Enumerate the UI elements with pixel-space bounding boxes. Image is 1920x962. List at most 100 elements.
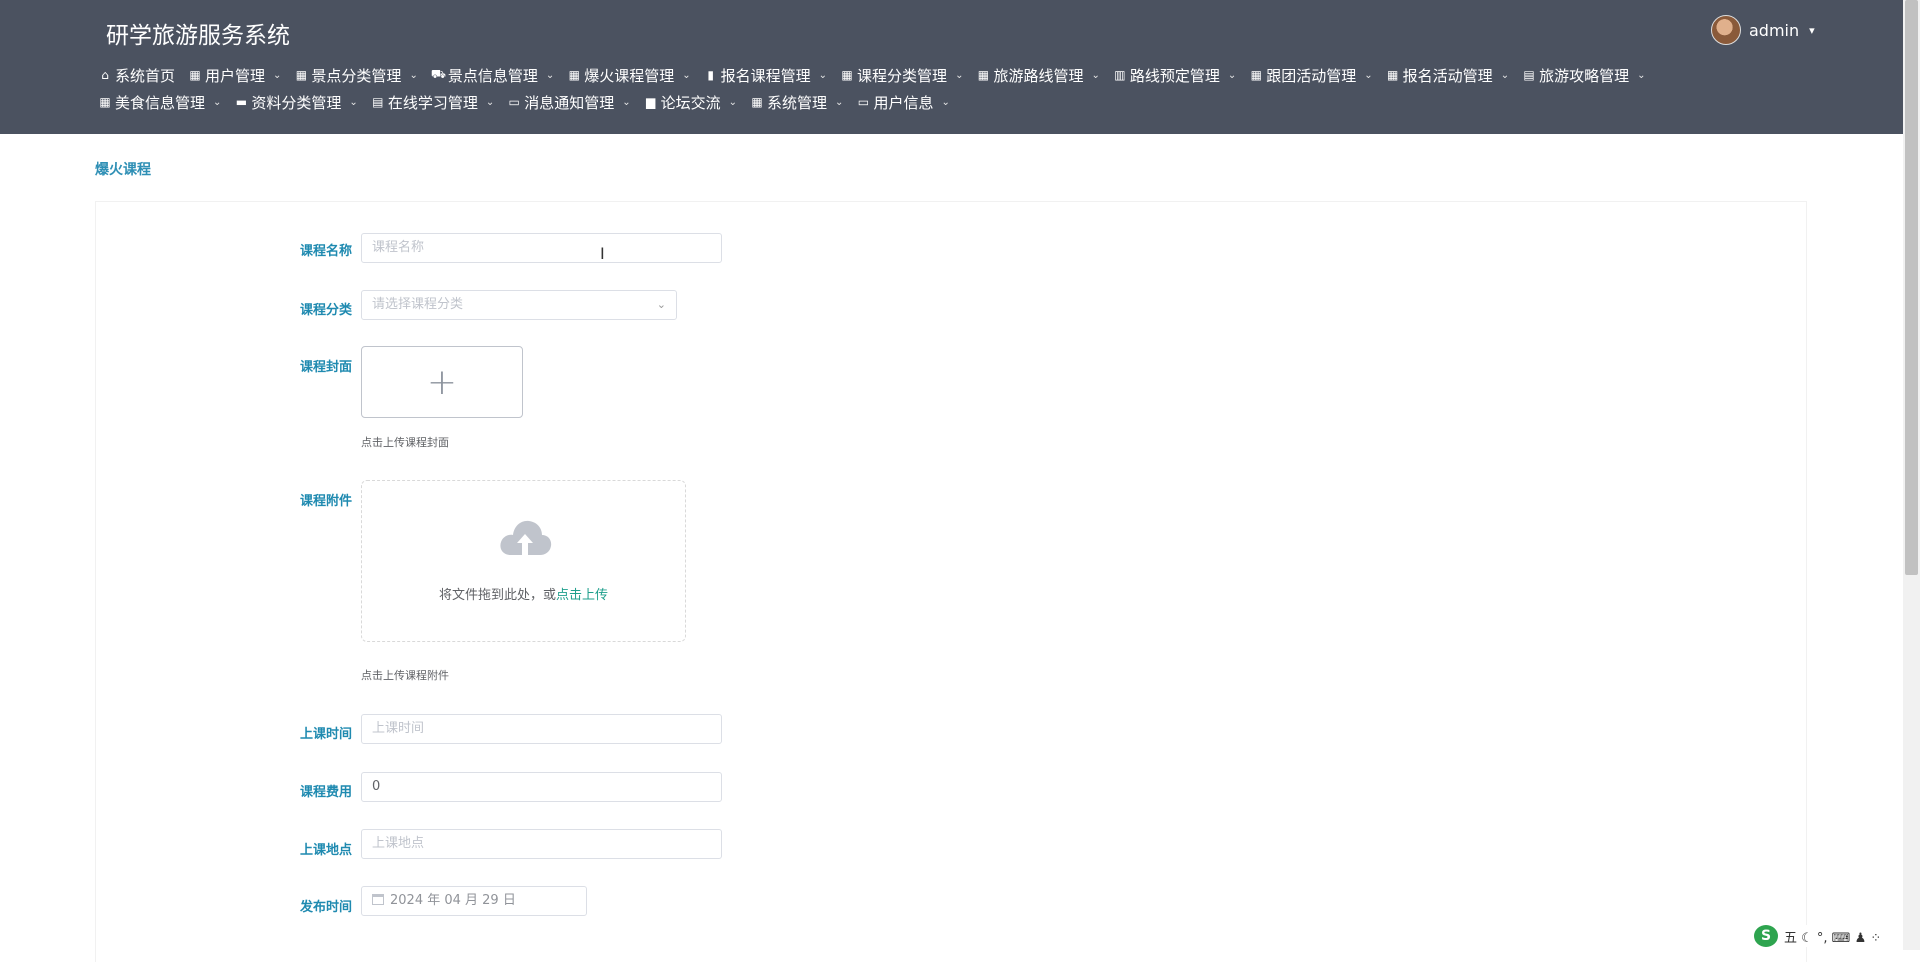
comment-icon: ▬: [235, 95, 248, 109]
nav-item-row1-0[interactable]: ⌂ 系统首页: [98, 64, 175, 86]
nav-item-label: 景点信息管理: [447, 66, 538, 85]
nav-item-row1-3[interactable]: ⛟ 景点信息管理 ⌄: [431, 64, 554, 86]
course-name-label: 课程名称: [299, 244, 352, 259]
course-cover-label: 课程封面: [299, 360, 352, 375]
nav-item-row2-5[interactable]: ▦ 系统管理 ⌄: [750, 91, 843, 113]
grid-icon: ▦: [841, 68, 853, 82]
class-place-input[interactable]: 上课地点: [361, 829, 722, 859]
cover-upload-button[interactable]: +: [361, 346, 523, 418]
breadcrumb[interactable]: 爆火课程: [95, 159, 151, 179]
nav-item-label: 系统首页: [115, 66, 176, 85]
chevron-down-icon[interactable]: ⌄: [409, 70, 417, 81]
chevron-down-icon[interactable]: ⌄: [546, 70, 554, 81]
chevron-down-icon[interactable]: ⌄: [1501, 70, 1509, 81]
card-icon: ▮: [707, 68, 714, 82]
nav-item-row1-11[interactable]: ▤ 旅游攻略管理 ⌄: [1522, 64, 1645, 86]
nav-item-label: 跟团活动管理: [1266, 66, 1357, 85]
grid-icon: ▦: [189, 68, 201, 82]
user-menu[interactable]: admin ▾: [1711, 15, 1815, 45]
avatar[interactable]: [1711, 15, 1741, 45]
nav-item-row2-6[interactable]: ▭ 用户信息 ⌄: [856, 91, 950, 113]
chevron-down-icon[interactable]: ⌄: [622, 97, 630, 108]
nav-item-row1-2[interactable]: ▦ 景点分类管理 ⌄: [294, 64, 418, 86]
grid-icon: ▦: [1250, 68, 1262, 82]
course-category-placeholder: 请选择课程分类: [372, 297, 464, 312]
clipboard-icon: ▤: [1523, 68, 1535, 82]
chevron-down-icon[interactable]: ⌄: [1228, 70, 1236, 81]
main-nav-row-2: ▦ 美食信息管理 ⌄ ▬ 资料分类管理 ⌄ ▤ 在线学习管理 ⌄ ▭ 消息通知管理 ⌄ ▆ 论坛交流 ⌄ ▦ 系…: [98, 91, 1888, 113]
class-time-input[interactable]: 上课时间: [361, 714, 722, 744]
nav-item-label: 用户管理: [205, 66, 266, 85]
nav-item-label: 系统管理: [767, 93, 828, 112]
chevron-down-icon[interactable]: ⌄: [1364, 70, 1372, 81]
publish-date-value: 2024 年 04 月 29 日: [390, 893, 516, 908]
site-title: 研学旅游服务系统: [106, 23, 290, 49]
nav-item-row1-7[interactable]: ▦ 旅游路线管理 ⌄: [976, 64, 1100, 86]
click-upload-link[interactable]: 点击上传: [556, 588, 608, 603]
cover-upload-tip: 点击上传课程封面: [361, 436, 449, 449]
scrollbar-thumb[interactable]: [1905, 0, 1918, 575]
nav-item-label: 旅游路线管理: [993, 66, 1084, 85]
nav-item-label: 论坛交流: [660, 93, 721, 112]
ime-toolbar[interactable]: S 五 ☾ °, ⌨ ♟ ⁘: [1754, 925, 1882, 947]
main-nav-row-1: ⌂ 系统首页 ▦ 用户管理 ⌄ ▦ 景点分类管理 ⌄ ⛟ 景点信息管理 ⌄ ▦ 爆火课程管理 ⌄ ▮ 报名课程…: [98, 64, 1888, 86]
nav-item-row1-4[interactable]: ▦ 爆火课程管理 ⌄: [567, 64, 691, 86]
nav-item-row1-1[interactable]: ▦ 用户管理 ⌄: [188, 64, 281, 86]
chevron-down-icon[interactable]: ⌄: [486, 97, 494, 108]
nav-item-label: 爆火课程管理: [584, 66, 675, 85]
dropzone-text: 将文件拖到此处，或点击上传: [362, 584, 685, 603]
attachment-dropzone[interactable]: 将文件拖到此处，或点击上传: [361, 480, 686, 642]
nav-item-row2-0[interactable]: ▦ 美食信息管理 ⌄: [98, 91, 221, 113]
ticket-icon: ▭: [508, 95, 520, 109]
course-category-label: 课程分类: [299, 303, 352, 318]
nav-item-row1-5[interactable]: ▮ 报名课程管理 ⌄: [704, 64, 827, 86]
nav-item-row1-10[interactable]: ▦ 报名活动管理 ⌄: [1386, 64, 1509, 86]
chevron-down-icon[interactable]: ⌄: [1637, 70, 1645, 81]
chevron-down-icon[interactable]: ⌄: [349, 97, 357, 108]
chevron-down-icon[interactable]: ⌄: [819, 70, 827, 81]
course-category-select[interactable]: 请选择课程分类 ⌄: [361, 290, 677, 320]
username[interactable]: admin: [1749, 21, 1799, 40]
nav-item-label: 课程分类管理: [857, 66, 948, 85]
caret-down-icon[interactable]: ▾: [1809, 24, 1815, 37]
class-place-label: 上课地点: [299, 843, 352, 858]
chevron-down-icon[interactable]: ⌄: [729, 97, 737, 108]
nav-item-label: 美食信息管理: [115, 93, 206, 112]
top-header: 研学旅游服务系统 admin ▾ ⌂ 系统首页 ▦ 用户管理 ⌄ ▦ 景点分类管理 ⌄ ⛟ 景点信…: [0, 0, 1903, 134]
nav-item-row2-4[interactable]: ▆ 论坛交流 ⌄: [644, 91, 737, 113]
course-name-input[interactable]: 课程名称: [361, 233, 722, 263]
nav-item-row1-9[interactable]: ▦ 跟团活动管理 ⌄: [1249, 64, 1373, 86]
nav-item-label: 资料分类管理: [251, 93, 342, 112]
grid-icon: ▦: [99, 95, 111, 109]
chevron-down-icon[interactable]: ⌄: [1091, 70, 1099, 81]
grid-icon: ▦: [1387, 68, 1399, 82]
chevron-down-icon[interactable]: ⌄: [955, 70, 963, 81]
nav-item-row1-8[interactable]: ▥ 路线预定管理 ⌄: [1113, 64, 1236, 86]
grid-icon: ▦: [977, 68, 990, 82]
ime-logo-icon[interactable]: S: [1754, 925, 1778, 947]
cloud-upload-icon: [500, 520, 552, 555]
course-attachment-label: 课程附件: [299, 494, 352, 509]
ime-status-icons[interactable]: 五 ☾ °, ⌨ ♟ ⁘: [1784, 927, 1881, 946]
nav-item-row1-6[interactable]: ▦ 课程分类管理 ⌄: [840, 64, 963, 86]
chevron-down-icon[interactable]: ⌄: [213, 97, 221, 108]
nav-item-label: 在线学习管理: [387, 93, 478, 112]
publish-date-picker[interactable]: 2024 年 04 月 29 日: [361, 886, 587, 916]
course-fee-input[interactable]: 0: [361, 772, 722, 802]
attachment-upload-tip: 点击上传课程附件: [361, 669, 449, 682]
publish-time-label: 发布时间: [299, 900, 352, 915]
nav-item-row2-2[interactable]: ▤ 在线学习管理 ⌄: [371, 91, 494, 113]
chevron-down-icon[interactable]: ⌄: [682, 70, 690, 81]
card-icon: ▭: [857, 95, 870, 109]
chevron-down-icon[interactable]: ⌄: [273, 70, 281, 81]
book-icon: ▥: [1114, 68, 1126, 82]
plus-icon: +: [426, 361, 458, 403]
nav-item-label: 路线预定管理: [1129, 66, 1220, 85]
course-fee-label: 课程费用: [299, 785, 352, 800]
nav-item-row2-1[interactable]: ▬ 资料分类管理 ⌄: [234, 91, 358, 113]
nav-item-row2-3[interactable]: ▭ 消息通知管理 ⌄: [507, 91, 631, 113]
bar-chart-icon: ▆: [646, 95, 656, 109]
chevron-down-icon[interactable]: ⌄: [941, 97, 949, 108]
chevron-down-icon[interactable]: ⌄: [835, 97, 843, 108]
home-icon: ⌂: [101, 68, 109, 82]
